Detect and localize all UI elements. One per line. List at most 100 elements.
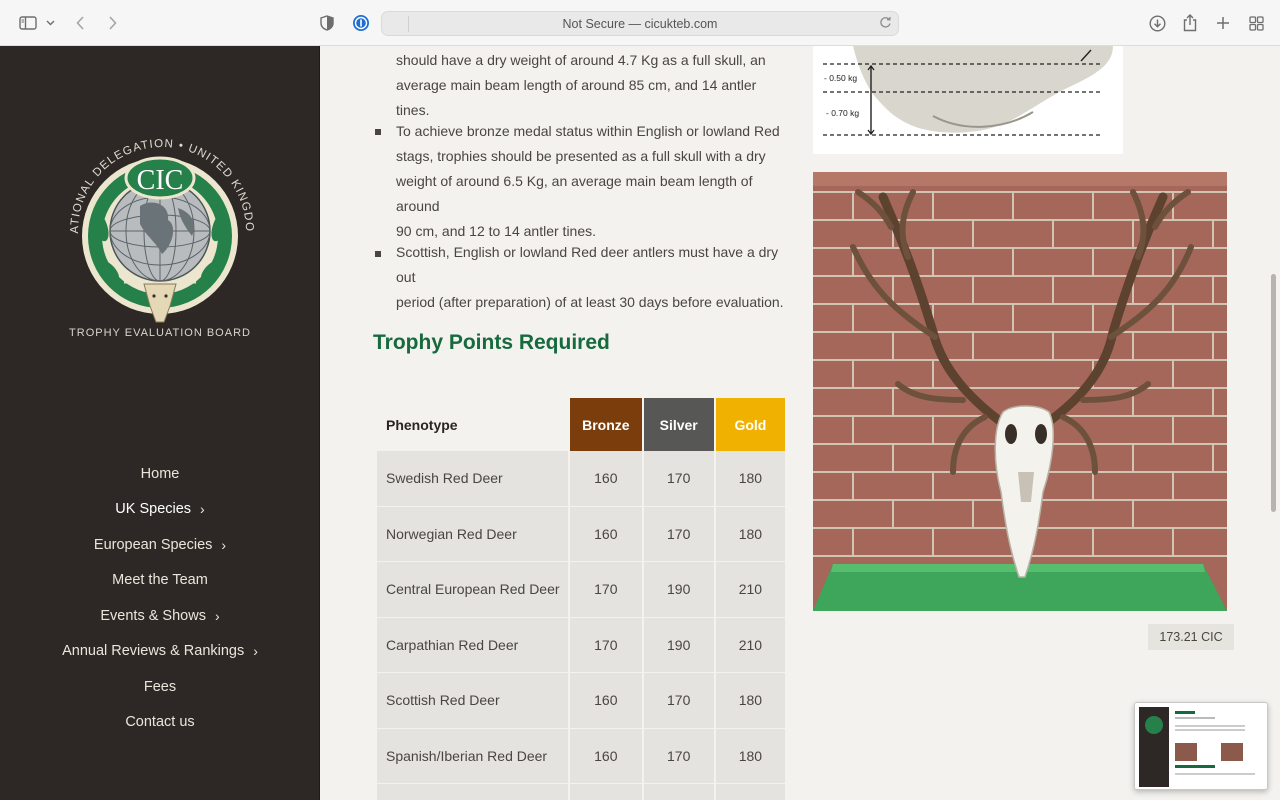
paragraph-bronze-requirements: To achieve bronze medal status within En… (396, 119, 788, 244)
label-070-kg: - 0.70 kg (826, 108, 859, 118)
main-content: should have a dry weight of around 4.7 K… (320, 46, 1280, 800)
cell-phenotype: Carpathian Red Deer (377, 617, 569, 673)
nav-item-fees[interactable]: Fees (0, 669, 320, 705)
table-row (377, 784, 785, 800)
cell-bronze: 160 (570, 506, 642, 562)
cell-phenotype: Norwegian Red Deer (377, 506, 569, 562)
skull-weight-diagram: - 0.50 kg - 0.70 kg (813, 46, 1123, 154)
header-phenotype: Phenotype (377, 398, 569, 451)
header-silver: Silver (643, 398, 714, 451)
cell-gold (715, 784, 785, 800)
reload-icon[interactable] (879, 16, 892, 32)
forward-icon[interactable] (104, 12, 120, 34)
text-line: average main beam length of around 85 cm… (396, 77, 757, 118)
paragraph-gold-continued: should have a dry weight of around 4.7 K… (396, 48, 788, 123)
download-icon[interactable] (1147, 12, 1167, 34)
cell-phenotype: Scottish Red Deer (377, 673, 569, 729)
chevron-right-icon: › (214, 607, 220, 624)
text-line: Scottish, English or lowland Red deer an… (396, 244, 779, 285)
table-row: Carpathian Red Deer 170 190 210 (377, 617, 785, 673)
logo-badge-text: CIC (137, 165, 184, 196)
cell-gold: 180 (715, 673, 785, 729)
cell-silver: 190 (643, 617, 714, 673)
nav-item-home[interactable]: Home (0, 456, 320, 492)
cell-gold: 210 (715, 562, 785, 618)
cell-silver: 170 (643, 451, 714, 507)
url-text: Not Secure — cicukteb.com (562, 17, 718, 31)
cell-silver: 170 (643, 506, 714, 562)
password-manager-icon[interactable] (351, 12, 371, 34)
header-gold: Gold (715, 398, 785, 451)
nav-item-annual-reviews[interactable]: Annual Reviews & Rankings › (0, 634, 320, 670)
text-line: To achieve bronze medal status within En… (396, 123, 780, 139)
table-row: Central European Red Deer 170 190 210 (377, 562, 785, 618)
cell-bronze: 170 (570, 617, 642, 673)
privacy-shield-icon[interactable] (318, 12, 336, 34)
nav-label: UK Species (115, 501, 192, 518)
text-line: should have a dry weight of around 4.7 K… (396, 52, 766, 68)
nav-label: Home (140, 465, 180, 482)
text-line: stags, trophies should be presented as a… (396, 148, 766, 164)
cell-bronze: 160 (570, 451, 642, 507)
tab-overview-icon[interactable] (1247, 12, 1265, 34)
vertical-scrollbar[interactable] (1271, 274, 1276, 512)
antler-trophy-photo[interactable] (813, 172, 1227, 611)
paragraph-dry-out-period: Scottish, English or lowland Red deer an… (396, 240, 788, 315)
page-thumbnail-preview[interactable] (1134, 702, 1268, 790)
nav-label: Annual Reviews & Rankings (62, 643, 245, 660)
browser-toolbar: Not Secure — cicukteb.com (0, 0, 1280, 46)
cell-phenotype (377, 784, 569, 800)
new-tab-icon[interactable] (1214, 12, 1232, 34)
table-row: Scottish Red Deer 160 170 180 (377, 673, 785, 729)
cell-silver: 170 (643, 673, 714, 729)
nav-label: Fees (143, 678, 177, 695)
cell-gold: 180 (715, 728, 785, 784)
back-icon[interactable] (72, 12, 88, 34)
table-header-row: Phenotype Bronze Silver Gold (377, 398, 785, 451)
nav-label: European Species (93, 536, 213, 553)
sidebar-icon[interactable] (17, 12, 39, 34)
cell-silver (643, 784, 714, 800)
address-bar[interactable]: Not Secure — cicukteb.com (381, 11, 899, 36)
text-line: weight of around 6.5 Kg, an average main… (396, 173, 753, 214)
chevron-right-icon: › (253, 643, 258, 660)
nav-item-meet-the-team[interactable]: Meet the Team (0, 563, 320, 599)
section-heading: Trophy Points Required (373, 331, 610, 354)
share-icon[interactable] (1181, 12, 1199, 34)
cell-silver: 170 (643, 728, 714, 784)
table-row: Norwegian Red Deer 160 170 180 (377, 506, 785, 562)
photo-caption: 173.21 CIC (1148, 624, 1234, 650)
nav-item-contact[interactable]: Contact us (0, 705, 320, 741)
nav-label: Events & Shows (100, 607, 206, 624)
cell-phenotype: Spanish/Iberian Red Deer (377, 728, 569, 784)
table-row: Spanish/Iberian Red Deer 160 170 180 (377, 728, 785, 784)
text-line: period (after preparation) of at least 3… (396, 294, 784, 310)
bullet-icon (375, 129, 381, 135)
chevron-down-icon[interactable] (44, 12, 56, 34)
chevron-right-icon: › (200, 501, 205, 518)
table-row: Swedish Red Deer 160 170 180 (377, 451, 785, 507)
cell-gold: 180 (715, 506, 785, 562)
nav-item-european-species[interactable]: European Species › (0, 527, 320, 563)
header-bronze: Bronze (570, 398, 642, 451)
chevron-right-icon: › (221, 536, 227, 553)
cell-gold: 210 (715, 617, 785, 673)
cell-bronze: 160 (570, 728, 642, 784)
nav-label: Contact us (125, 714, 195, 731)
cic-logo[interactable]: NATIONAL DELEGATION • UNITED KINGDOM (55, 87, 260, 346)
board-label: TROPHY EVALUATION BOARD (69, 327, 251, 339)
trophy-points-table: Phenotype Bronze Silver Gold Swedish Red… (375, 398, 787, 800)
nav-item-uk-species[interactable]: UK Species › (0, 492, 320, 528)
cell-bronze: 160 (570, 673, 642, 729)
cell-phenotype: Central European Red Deer (377, 562, 569, 618)
main-nav: Home UK Species › European Species › Meet … (0, 456, 320, 740)
cell-bronze: 170 (570, 562, 642, 618)
label-050-kg: - 0.50 kg (824, 73, 857, 83)
cell-bronze (570, 784, 642, 800)
site-sidebar: NATIONAL DELEGATION • UNITED KINGDOM (0, 46, 320, 800)
nav-item-events-shows[interactable]: Events & Shows › (0, 598, 320, 634)
bullet-icon (375, 251, 381, 257)
nav-label: Meet the Team (112, 572, 208, 589)
cell-gold: 180 (715, 451, 785, 507)
cell-silver: 190 (643, 562, 714, 618)
